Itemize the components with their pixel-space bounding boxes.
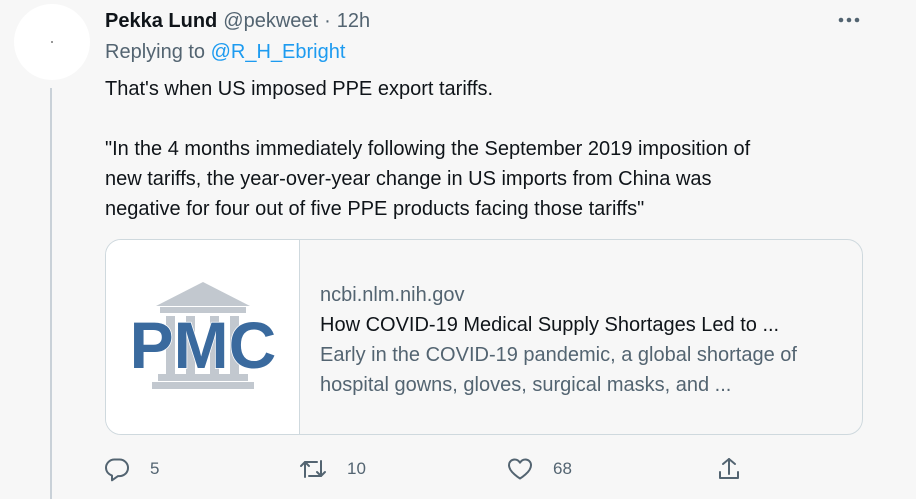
avatar-placeholder-dot [51,41,53,43]
like-button[interactable]: 68 [507,452,572,486]
heart-icon [508,458,532,480]
like-count: 68 [553,459,572,478]
thread-line [50,88,52,499]
avatar[interactable] [14,4,90,80]
card-info: ncbi.nlm.nih.gov How COVID-19 Medical Su… [320,280,845,400]
reply-count: 5 [150,459,160,478]
card-domain: ncbi.nlm.nih.gov [320,284,465,306]
tweet-header: Pekka Lund @pekweet · 12h [105,8,370,34]
reply-icon [105,458,129,482]
tweet-text-quote: "In the 4 months immediately following t… [105,138,751,220]
action-bar: 5 10 68 [104,452,864,486]
header-separator: · [324,9,331,32]
more-horizontal-icon [838,17,860,23]
more-options-button[interactable] [834,7,864,33]
replying-prefix: Replying to [105,41,211,63]
tweet-text: That's when US imposed PPE export tariff… [105,74,865,224]
tweet-text-line: That's when US imposed PPE export tariff… [105,78,494,100]
pmc-logo: PMC [129,282,277,389]
tweet: Pekka Lund @pekweet · 12h Replying to @R… [0,0,916,499]
reply-button[interactable]: 5 [104,452,159,486]
tweet-timestamp[interactable]: 12h [337,10,370,33]
share-button[interactable] [717,452,741,486]
card-description: Early in the COVID-19 pandemic, a global… [320,344,797,396]
retweet-icon [300,460,326,478]
replying-to: Replying to @R_H_Ebright [105,41,345,64]
retweet-button[interactable]: 10 [299,452,366,486]
card-title: How COVID-19 Medical Supply Shortages Le… [320,314,780,336]
share-icon [719,458,739,479]
link-card[interactable]: PMC ncbi.nlm.nih.gov How COVID-19 Medica… [105,239,863,435]
retweet-count: 10 [347,459,366,478]
replying-to-link[interactable]: @R_H_Ebright [211,41,346,63]
pmc-logo-text: PMC [130,308,277,382]
author-handle[interactable]: @pekweet [223,10,318,33]
author-name[interactable]: Pekka Lund [105,10,217,33]
card-thumbnail: PMC [106,240,300,434]
